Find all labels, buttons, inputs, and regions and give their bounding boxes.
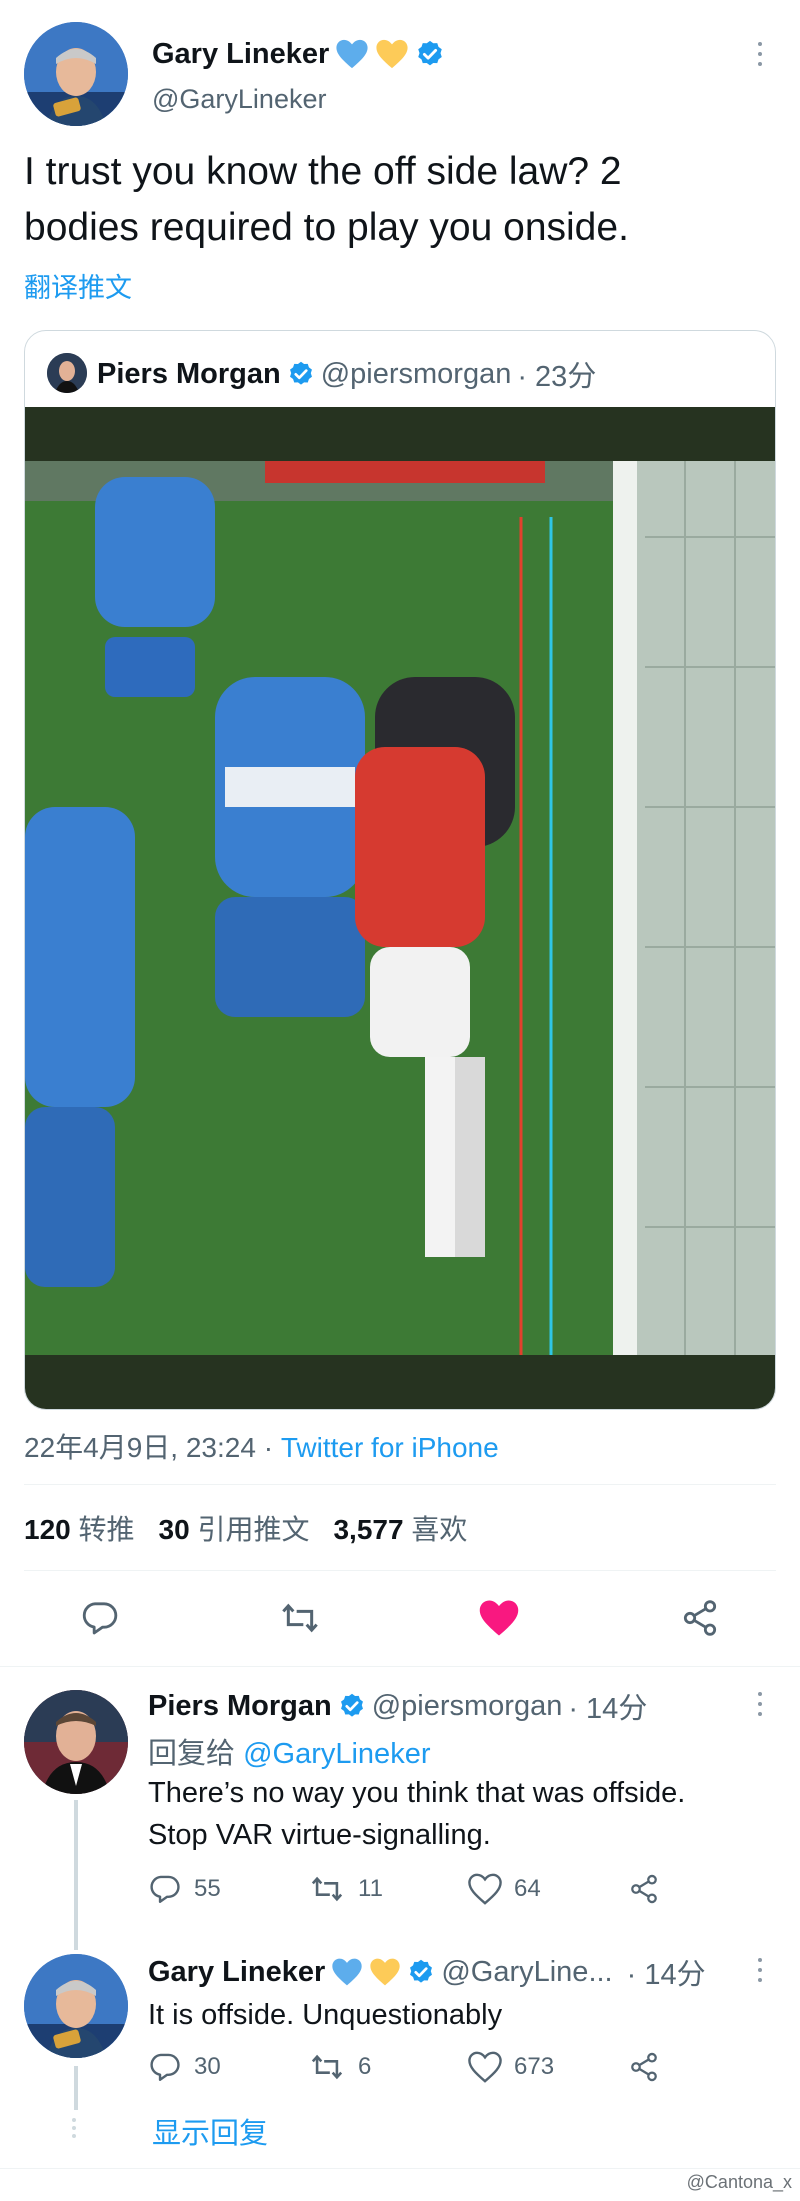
share-icon (631, 1874, 657, 1904)
reply-time[interactable]: · 14分 (568, 1685, 647, 1727)
retweet-button[interactable] (278, 1598, 322, 1638)
retweets-count: 120 (24, 1514, 71, 1545)
reply-icon (82, 1602, 118, 1635)
divider (24, 1484, 776, 1485)
reply-avatar[interactable] (24, 1954, 128, 2058)
likes-stat[interactable]: 3,577 喜欢 (333, 1508, 467, 1548)
reply-replies-count: 55 (194, 1875, 221, 1902)
quoted-author-handle: @piersmorgan (320, 357, 512, 390)
quotes-stat[interactable]: 30 引用推文 (159, 1508, 310, 1548)
reply-retweets-count: 6 (358, 2053, 372, 2080)
retweets-stat[interactable]: 120 转推 (24, 1508, 135, 1548)
thread-line (74, 2066, 78, 2110)
reply-button[interactable] (80, 1598, 120, 1638)
quoted-author-name: Piers Morgan (97, 357, 281, 390)
tweet-text-line1: I trust you know the off side law? 2 (24, 150, 622, 193)
reply-text-line1: It is offside. Unquestionably (148, 1999, 503, 2031)
reply-like-button[interactable]: 673 (468, 2051, 628, 2083)
reply-likes-count: 64 (514, 1875, 541, 1902)
verified-badge-icon (410, 1959, 433, 1983)
tweet-text: I trust you know the off side law? 2 bod… (24, 144, 629, 256)
like-icon (468, 1873, 502, 1905)
share-icon (631, 2052, 657, 2082)
tweet-source-link[interactable]: Twitter for iPhone (281, 1432, 499, 1463)
quotes-label: 引用推文 (197, 1514, 310, 1545)
author-name-row: Gary Lineker (152, 36, 445, 72)
reply-retweet-button[interactable]: 6 (308, 2050, 468, 2084)
divider (0, 1666, 800, 1667)
verified-badge-icon (340, 1693, 363, 1717)
reply-action-bar: 55 11 64 (148, 1872, 668, 1906)
share-icon (683, 1600, 717, 1636)
thread-line (74, 1800, 78, 1950)
reply-avatar[interactable] (24, 1690, 128, 1794)
more-icon[interactable] (750, 1684, 770, 1724)
quoted-media-image[interactable] (25, 407, 775, 1409)
reply-replies-count: 30 (194, 2053, 221, 2080)
quoted-author-avatar (47, 353, 87, 393)
like-button[interactable] (478, 1598, 520, 1638)
yellow-heart-emoji (370, 1958, 400, 1986)
divider (0, 2168, 800, 2169)
author-handle[interactable]: @GaryLineker (152, 84, 326, 115)
quoted-header: Piers Morgan @piersmorgan · 23分 (97, 353, 596, 395)
translate-link[interactable]: 翻译推文 (24, 266, 132, 305)
reply-retweets-count: 11 (358, 1875, 383, 1902)
yellow-heart-emoji (376, 39, 408, 69)
reply-time[interactable]: · 14分 (627, 1951, 706, 1993)
reply-share-button[interactable] (628, 1873, 668, 1905)
author-avatar[interactable] (24, 22, 128, 126)
retweets-label: 转推 (78, 1514, 135, 1545)
retweet-icon (311, 1876, 343, 1902)
timestamp-row: 22年4月9日, 23:24 · Twitter for iPhone (24, 1426, 499, 1466)
replying-to-prefix: 回复给 (148, 1738, 236, 1770)
reply-author-handle[interactable]: @piersmorgan (372, 1690, 563, 1723)
reply-header: Piers Morgan @piersmorgan · 14分 (148, 1686, 647, 1726)
likes-count: 3,577 (333, 1514, 404, 1545)
reply-text: It is offside. Unquestionably (148, 1994, 502, 2036)
reply-likes-count: 673 (514, 2053, 555, 2080)
reply-text: There’s no way you think that was offsid… (148, 1772, 685, 1856)
divider (24, 1570, 776, 1571)
like-icon (479, 1600, 519, 1636)
reply-author-handle[interactable]: @GaryLine... (441, 1956, 612, 1989)
thread-dots (72, 2118, 76, 2138)
reply-header: Gary Lineker @GaryLine... · 14分 (148, 1952, 706, 1992)
quoted-tweet-card[interactable]: Piers Morgan @piersmorgan · 23分 (24, 330, 776, 1410)
reply-action-bar: 30 6 673 (148, 2050, 668, 2084)
reply-text-line1: There’s no way you think that was offsid… (148, 1777, 686, 1809)
author-name[interactable]: Gary Lineker (152, 38, 329, 71)
reply-reply-button[interactable]: 55 (148, 1872, 308, 1906)
reply-share-button[interactable] (628, 2051, 668, 2083)
blue-heart-emoji (332, 1958, 362, 1986)
verified-badge-icon (418, 40, 443, 66)
reply-icon (150, 2053, 180, 2081)
verified-badge-icon (289, 361, 312, 385)
watermark: @Cantona_x (686, 2172, 792, 2192)
reply-icon (150, 1875, 180, 1903)
likes-label: 喜欢 (411, 1514, 468, 1545)
tweet-timestamp[interactable]: 22年4月9日, 23:24 · (24, 1432, 273, 1463)
reply-retweet-button[interactable]: 11 (308, 1872, 468, 1906)
replying-to: 回复给 @GaryLineker (148, 1730, 430, 1772)
share-button[interactable] (680, 1598, 720, 1638)
tweet-text-line2: bodies required to play you onside. (24, 206, 629, 249)
more-icon[interactable] (750, 1950, 770, 1990)
quotes-count: 30 (158, 1514, 190, 1545)
like-icon (468, 2051, 502, 2083)
reply-text-line2: Stop VAR virtue-signalling. (148, 1819, 491, 1851)
reply-author-name[interactable]: Piers Morgan (148, 1690, 332, 1723)
more-icon[interactable] (750, 34, 770, 74)
tweet-stats-row: 120 转推 30 引用推文 3,577 喜欢 (24, 1508, 467, 1548)
reply-author-name[interactable]: Gary Lineker (148, 1956, 325, 1989)
quoted-time: · 23分 (517, 361, 597, 393)
reply-like-button[interactable]: 64 (468, 1873, 628, 1905)
retweet-icon (311, 2054, 343, 2080)
reply-reply-button[interactable]: 30 (148, 2050, 308, 2084)
blue-heart-emoji (336, 39, 368, 69)
retweet-icon (282, 1603, 318, 1633)
replying-to-link[interactable]: @GaryLineker (243, 1738, 430, 1770)
show-replies-link[interactable]: 显示回复 (152, 2110, 268, 2152)
